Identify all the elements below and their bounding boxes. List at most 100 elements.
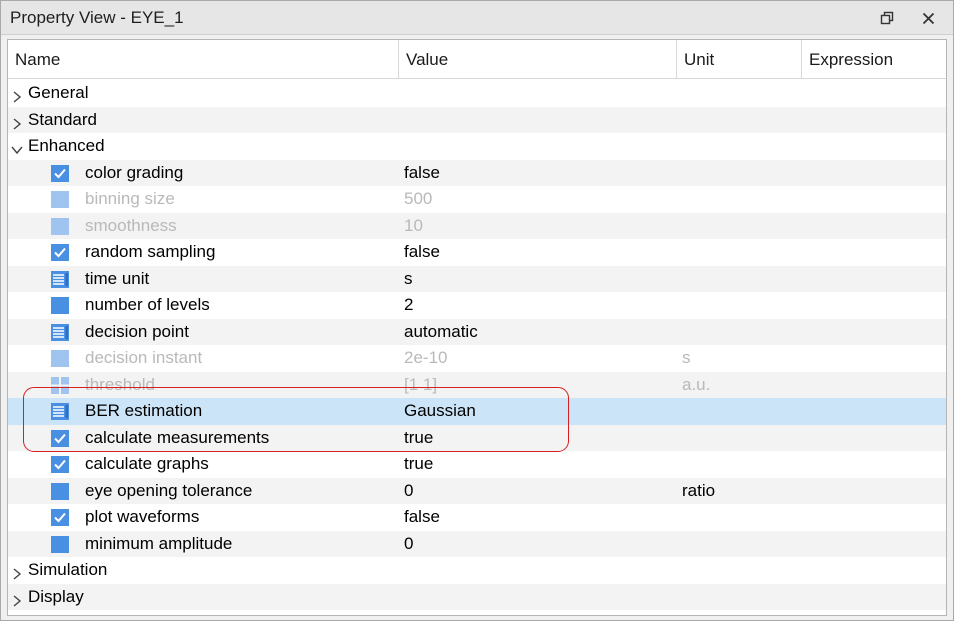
square-icon	[51, 350, 69, 367]
property-type-icon	[50, 376, 70, 395]
group-row-standard[interactable]: Standard	[8, 106, 946, 133]
property-name: calculate graphs	[85, 454, 209, 473]
property-unit: a.u.	[682, 374, 711, 394]
list-icon	[51, 403, 69, 420]
property-value[interactable]: false	[404, 504, 440, 531]
square-icon	[51, 217, 69, 235]
property-row[interactable]: binning size 500	[8, 186, 946, 213]
property-name: plot waveforms	[85, 507, 200, 526]
property-name: time unit	[85, 268, 150, 288]
square-icon	[51, 191, 69, 208]
property-value[interactable]: s	[404, 266, 413, 293]
property-row[interactable]: random sampling false	[8, 239, 946, 266]
property-row[interactable]: number of levels 2	[8, 292, 946, 319]
property-type-icon[interactable]	[50, 429, 70, 448]
close-button[interactable]	[915, 5, 941, 31]
property-type-icon[interactable]	[50, 508, 70, 527]
group-row-general[interactable]: General	[8, 80, 946, 107]
group-expander[interactable]	[10, 86, 24, 103]
close-icon	[922, 12, 934, 24]
checkbox-icon	[51, 456, 69, 473]
chevron-right-icon	[13, 91, 22, 103]
property-row[interactable]: minimum amplitude 0	[8, 530, 946, 558]
property-value[interactable]: false	[404, 160, 440, 187]
property-row[interactable]: decision instant 2e-10 s	[8, 345, 946, 372]
property-name: color grading	[85, 162, 184, 182]
property-value[interactable]: 2	[404, 292, 413, 319]
property-value[interactable]: automatic	[404, 319, 478, 346]
property-type-icon	[50, 217, 70, 236]
property-name: smoothness	[85, 215, 177, 235]
group-label: Standard	[28, 109, 97, 129]
property-row[interactable]: threshold [1 1] a.u.	[8, 371, 946, 398]
column-unit-header[interactable]: Unit	[677, 40, 802, 79]
property-value[interactable]: false	[404, 239, 440, 266]
property-unit: ratio	[682, 480, 716, 500]
property-row[interactable]: calculate measurements true	[8, 424, 946, 452]
group-label: General	[28, 83, 89, 102]
property-name: binning size	[85, 189, 175, 208]
property-value[interactable]: 0	[404, 531, 413, 558]
property-row[interactable]: BER estimation Gaussian	[8, 398, 946, 425]
property-value: 10	[404, 215, 423, 235]
column-value-header[interactable]: Value	[399, 40, 677, 79]
checkbox-icon	[51, 244, 69, 261]
property-row[interactable]: smoothness 10	[8, 212, 946, 239]
property-type-icon	[50, 482, 70, 501]
group-expander[interactable]	[10, 590, 24, 607]
property-type-icon	[50, 323, 70, 342]
square-icon	[51, 482, 69, 500]
group-row-enhanced[interactable]: Enhanced	[8, 133, 946, 160]
chevron-right-icon	[13, 594, 22, 607]
group-expander[interactable]	[10, 563, 24, 580]
property-type-icon[interactable]	[50, 455, 70, 474]
list-icon	[51, 270, 69, 288]
property-value[interactable]: Gaussian	[404, 398, 476, 425]
group-label: Simulation	[28, 560, 108, 579]
group-expander[interactable]	[10, 113, 24, 130]
property-type-icon[interactable]	[50, 243, 70, 262]
property-name: decision instant	[85, 348, 203, 367]
property-row[interactable]: eye opening tolerance 0 ratio	[8, 477, 946, 505]
property-unit: s	[682, 348, 691, 367]
chevron-down-icon	[11, 146, 23, 155]
property-type-icon	[50, 349, 70, 368]
property-row[interactable]: calculate graphs true	[8, 451, 946, 478]
property-value: [1 1]	[404, 374, 438, 394]
property-type-icon[interactable]	[50, 164, 70, 183]
property-value: 500	[404, 189, 433, 208]
column-header: Name Value Unit Expression	[8, 40, 946, 79]
chevron-right-icon	[13, 568, 22, 580]
group-row-simulation[interactable]: Simulation	[8, 557, 946, 584]
restore-icon	[880, 11, 894, 25]
property-name: number of levels	[85, 295, 210, 314]
property-name: threshold	[85, 374, 155, 394]
group-label: Display	[28, 586, 84, 606]
property-value[interactable]: true	[404, 451, 433, 478]
property-type-icon	[50, 402, 70, 421]
property-row[interactable]: plot waveforms false	[8, 504, 946, 531]
restore-button[interactable]	[874, 5, 900, 31]
group-label: Enhanced	[28, 136, 105, 155]
chevron-right-icon	[13, 117, 22, 130]
property-type-icon	[50, 190, 70, 209]
list-icon	[51, 323, 69, 341]
property-value[interactable]: true	[404, 425, 433, 452]
property-name: calculate measurements	[85, 427, 270, 447]
checkbox-icon	[51, 509, 69, 526]
group-expander[interactable]	[10, 139, 24, 155]
property-rows: General Standard Enhanced color grading fals…	[8, 80, 946, 610]
column-name-header[interactable]: Name	[8, 40, 399, 79]
square-icon	[51, 535, 69, 553]
property-name: minimum amplitude	[85, 533, 233, 553]
property-value[interactable]: 0	[404, 478, 413, 505]
property-row[interactable]: time unit s	[8, 265, 946, 293]
property-row[interactable]: color grading false	[8, 159, 946, 187]
checkbox-icon	[51, 429, 69, 447]
property-name: eye opening tolerance	[85, 480, 253, 500]
group-row-display[interactable]: Display	[8, 583, 946, 610]
column-expression-header[interactable]: Expression	[802, 40, 946, 79]
property-value: 2e-10	[404, 348, 448, 367]
property-row[interactable]: decision point automatic	[8, 318, 946, 346]
property-grid: Name Value Unit Expression General Standa…	[7, 39, 947, 616]
